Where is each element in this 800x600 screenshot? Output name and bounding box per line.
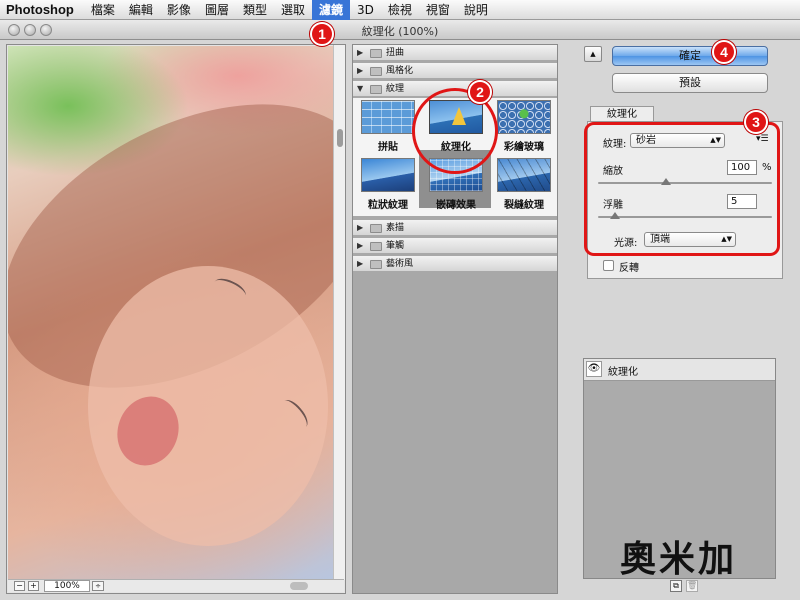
menu-edit[interactable]: 編輯: [122, 0, 160, 20]
filter-stained-glass[interactable]: 彩繪玻璃: [495, 100, 553, 153]
filter-thumbnail: [497, 158, 551, 192]
zoom-in-button[interactable]: +: [28, 581, 39, 591]
effect-layer[interactable]: 👁 紋理化: [584, 359, 775, 381]
app-name[interactable]: Photoshop: [0, 2, 84, 17]
filter-grain[interactable]: 粒狀紋理: [359, 158, 417, 211]
filter-craquelure[interactable]: 裂縫紋理: [495, 158, 553, 211]
settings-tab[interactable]: 紋理化: [590, 106, 654, 122]
scroll-thumb[interactable]: [337, 129, 343, 147]
category-label: 藝術風: [386, 259, 414, 269]
zoom-out-button[interactable]: −: [14, 581, 25, 591]
invert-checkbox[interactable]: [603, 260, 614, 271]
collapse-gallery-button[interactable]: ▲: [584, 46, 602, 62]
filter-patchwork[interactable]: 拼貼: [359, 100, 417, 153]
category-brush-strokes[interactable]: ▶ 筆觸: [353, 238, 557, 254]
menu-select[interactable]: 選取: [274, 0, 312, 20]
step-marker-3: 3: [744, 110, 768, 134]
category-stylize[interactable]: ▶ 風格化: [353, 63, 557, 79]
menu-window[interactable]: 視窗: [419, 0, 457, 20]
filter-thumbnail: [497, 100, 551, 134]
filter-label: 裂縫紋理: [504, 200, 544, 211]
preview-status-bar: − + 100% ÷: [8, 579, 344, 592]
collapse-arrow-icon: ▼: [357, 84, 364, 93]
menu-view[interactable]: 檢視: [381, 0, 419, 20]
ok-button[interactable]: 確定: [612, 46, 768, 66]
window-titlebar: 紋理化 (100%): [0, 20, 800, 40]
category-label: 風格化: [386, 66, 414, 76]
menu-help[interactable]: 說明: [457, 0, 495, 20]
menu-layer[interactable]: 圖層: [198, 0, 236, 20]
zoom-menu-button[interactable]: ÷: [92, 581, 104, 591]
category-sketch[interactable]: ▶ 素描: [353, 220, 557, 236]
filter-thumbnail: [361, 100, 415, 134]
expand-arrow-icon: ▶: [357, 48, 364, 57]
invert-label: 反轉: [619, 263, 639, 274]
folder-icon: [370, 85, 382, 94]
expand-arrow-icon: ▶: [357, 66, 364, 75]
folder-icon: [370, 260, 382, 269]
eye-icon[interactable]: 👁: [586, 361, 602, 377]
preview-vertical-scrollbar[interactable]: [333, 45, 345, 580]
menu-filter[interactable]: 濾鏡: [311, 0, 350, 20]
filter-thumbnail: [361, 158, 415, 192]
watermark-text: 奧米加: [620, 539, 738, 580]
window-title: 紋理化 (100%): [361, 25, 439, 38]
menu-bar: Photoshop 檔案 編輯 影像 圖層 類型 選取 濾鏡 3D 檢視 視窗 …: [0, 0, 800, 20]
filter-label: 彩繪玻璃: [504, 142, 544, 153]
category-distort[interactable]: ▶ 扭曲: [353, 45, 557, 61]
filter-preview[interactable]: − + 100% ÷: [6, 44, 346, 594]
filter-label: 粒狀紋理: [368, 200, 408, 211]
category-label: 筆觸: [386, 241, 405, 251]
default-button[interactable]: 預設: [612, 73, 768, 93]
category-label: 素描: [386, 223, 405, 233]
menu-file[interactable]: 檔案: [84, 0, 122, 20]
step-marker-4: 4: [712, 40, 736, 64]
category-label: 紋理: [386, 84, 405, 94]
folder-icon: [370, 224, 382, 233]
category-artistic[interactable]: ▶ 藝術風: [353, 256, 557, 272]
effect-layer-label: 紋理化: [608, 367, 638, 378]
zoom-level[interactable]: 100%: [44, 580, 90, 592]
annotation-box-settings: [584, 122, 780, 256]
menu-image[interactable]: 影像: [160, 0, 198, 20]
folder-icon: [370, 242, 382, 251]
menu-3d[interactable]: 3D: [350, 0, 381, 20]
expand-arrow-icon: ▶: [357, 223, 364, 232]
category-label: 扭曲: [386, 48, 405, 58]
watermark-logo: 奧米加: [620, 530, 770, 580]
preview-image[interactable]: [8, 46, 334, 581]
folder-icon: [370, 49, 382, 58]
step-marker-2: 2: [468, 80, 492, 104]
step-marker-1: 1: [310, 22, 334, 46]
filter-label: 嵌磚效果: [436, 200, 476, 211]
expand-arrow-icon: ▶: [357, 259, 364, 268]
menu-type[interactable]: 類型: [236, 0, 274, 20]
horizontal-scroll-thumb[interactable]: [290, 582, 308, 590]
expand-arrow-icon: ▶: [357, 241, 364, 250]
folder-icon: [370, 67, 382, 76]
